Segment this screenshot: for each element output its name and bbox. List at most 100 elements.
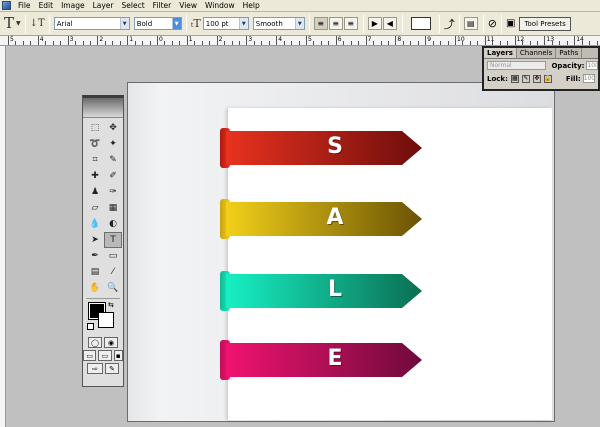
- tab-paths[interactable]: Paths: [556, 48, 583, 58]
- ruler-minor-tick: [75, 41, 77, 45]
- menu-layer[interactable]: Layer: [89, 0, 118, 12]
- marquee-tool-icon[interactable]: ⬚: [86, 120, 104, 136]
- ruler-minor-tick: [551, 41, 553, 45]
- tab-channels[interactable]: Channels: [517, 48, 557, 58]
- divider: [438, 14, 440, 33]
- toolbox-header[interactable]: [83, 98, 123, 118]
- clone-stamp-tool-icon[interactable]: ♟: [86, 184, 104, 200]
- ruler-minor-tick: [15, 41, 17, 45]
- jump-to-imageready-button[interactable]: ⇨: [87, 363, 103, 374]
- blend-mode-select[interactable]: Normal: [487, 61, 547, 70]
- opacity-field[interactable]: 100: [586, 61, 598, 70]
- chevron-down-icon[interactable]: ▼: [119, 18, 129, 29]
- healing-brush-tool-icon[interactable]: ✚: [86, 168, 104, 184]
- ruler-minor-tick: [283, 41, 285, 45]
- menu-edit[interactable]: Edit: [35, 0, 58, 12]
- horizontal-ruler: 5 4 3 2 1 0 1 2 3 4 5 6 7 8 9 10 11 12 13 14: [0, 36, 600, 46]
- ruler-label: 3: [69, 36, 74, 43]
- chevron-down-icon[interactable]: ▼: [16, 20, 21, 27]
- fill-field[interactable]: 100: [582, 74, 595, 83]
- tool-presets-label: Tool Presets: [524, 19, 566, 28]
- screen-mode-full-menu-button[interactable]: ▭: [98, 350, 112, 361]
- default-colors-icon[interactable]: [87, 323, 94, 330]
- cancel-icon[interactable]: ⊘: [488, 17, 497, 30]
- notes-tool-icon[interactable]: ▤: [86, 264, 104, 280]
- screen-mode-standard-button[interactable]: ▭: [83, 350, 97, 361]
- type-tool-icon[interactable]: T: [104, 232, 122, 248]
- tab-layers[interactable]: Layers: [484, 48, 517, 58]
- magic-wand-tool-icon[interactable]: ✦: [104, 136, 122, 152]
- quick-mask-mode-button[interactable]: ◉: [104, 337, 118, 348]
- standard-mode-button[interactable]: ◯: [88, 337, 102, 348]
- slice-tool-icon[interactable]: ✎: [104, 152, 122, 168]
- menu-bar: File Edit Image Layer Select Filter View…: [0, 0, 600, 12]
- ruler-tick: [8, 36, 9, 45]
- shape-tool-icon[interactable]: ▭: [104, 248, 122, 264]
- photoshop-app-icon[interactable]: [2, 1, 11, 10]
- ruler-minor-tick: [410, 41, 412, 45]
- eyedropper-tool-icon[interactable]: ⁄: [104, 264, 122, 280]
- menu-view[interactable]: View: [175, 0, 201, 12]
- align-center-button[interactable]: ≡: [328, 17, 343, 30]
- align-left-button[interactable]: ≡: [313, 17, 328, 30]
- history-brush-tool-icon[interactable]: ✑: [104, 184, 122, 200]
- vertical-ruler: [0, 46, 6, 427]
- divider: [482, 14, 484, 33]
- pen-tool-icon[interactable]: ✒: [86, 248, 104, 264]
- tool-presets-tab[interactable]: Tool Presets: [519, 16, 571, 31]
- menu-file[interactable]: File: [14, 0, 35, 12]
- text-color-swatch[interactable]: [410, 17, 431, 30]
- path-selection-tool-icon[interactable]: ➤: [86, 232, 104, 248]
- chevron-down-icon[interactable]: ▼: [171, 18, 181, 29]
- chevron-down-icon[interactable]: ▼: [238, 18, 248, 29]
- type-tool-preset-icon[interactable]: T: [4, 16, 14, 31]
- chevron-down-icon[interactable]: ▼: [294, 18, 304, 29]
- lock-position-icon[interactable]: ✥: [532, 74, 541, 83]
- imageready-icon[interactable]: ✎: [105, 363, 119, 374]
- blur-tool-icon[interactable]: 💧: [86, 216, 104, 232]
- menu-help[interactable]: Help: [239, 0, 264, 12]
- ruler-minor-tick: [350, 41, 352, 45]
- image-canvas[interactable]: S A L E: [220, 108, 552, 420]
- eraser-tool-icon[interactable]: ▱: [86, 200, 104, 216]
- align-right-button[interactable]: ≡: [343, 17, 358, 30]
- antialias-select[interactable]: Smooth ▼: [252, 17, 305, 30]
- ruler-minor-tick: [164, 41, 166, 45]
- screen-mode-full-button[interactable]: ▪: [113, 350, 123, 361]
- ruler-minor-tick: [447, 41, 449, 45]
- background-color-swatch[interactable]: [98, 312, 114, 328]
- font-style-select[interactable]: Bold ▼: [133, 17, 182, 30]
- swap-colors-icon[interactable]: ⇆: [108, 301, 114, 309]
- font-family-select[interactable]: Arial ▼: [53, 17, 130, 30]
- paragraph-direction-alt-button[interactable]: ◀: [382, 17, 397, 30]
- palettes-button[interactable]: ▤: [463, 17, 478, 30]
- move-tool-icon[interactable]: ✥: [104, 120, 122, 136]
- lock-image-icon[interactable]: ✎: [521, 74, 530, 83]
- menu-select[interactable]: Select: [118, 0, 149, 12]
- ruler-minor-tick: [596, 41, 598, 45]
- zoom-tool-icon[interactable]: 🔍: [104, 280, 122, 296]
- dodge-tool-icon[interactable]: ◐: [104, 216, 122, 232]
- lock-transparency-icon[interactable]: ▦: [510, 74, 519, 83]
- warp-text-icon[interactable]: ⤴: [444, 16, 455, 32]
- font-size-select[interactable]: 100 pt ▼: [202, 17, 249, 30]
- hand-tool-icon[interactable]: ✋: [86, 280, 104, 296]
- menu-filter[interactable]: Filter: [149, 0, 176, 12]
- ruler-minor-tick: [45, 41, 47, 45]
- ruler-minor-tick: [52, 41, 54, 45]
- ruler-label: 14: [576, 36, 584, 43]
- color-swatches: ⇆: [87, 301, 123, 335]
- ruler-minor-tick: [320, 41, 322, 45]
- brush-tool-icon[interactable]: ✐: [104, 168, 122, 184]
- gradient-tool-icon[interactable]: ▦: [104, 200, 122, 216]
- lock-all-icon[interactable]: 🔒: [543, 74, 552, 83]
- text-orientation-icon[interactable]: ↓T: [30, 16, 45, 31]
- file-browser-icon[interactable]: ▣: [506, 18, 515, 29]
- crop-tool-icon[interactable]: ⌗: [86, 152, 104, 168]
- lasso-tool-icon[interactable]: ➰: [86, 136, 104, 152]
- menu-window[interactable]: Window: [201, 0, 239, 12]
- ruler-minor-tick: [261, 41, 263, 45]
- menu-image[interactable]: Image: [57, 0, 89, 12]
- paragraph-direction-button[interactable]: ▶: [367, 17, 382, 30]
- ruler-minor-tick: [30, 41, 32, 45]
